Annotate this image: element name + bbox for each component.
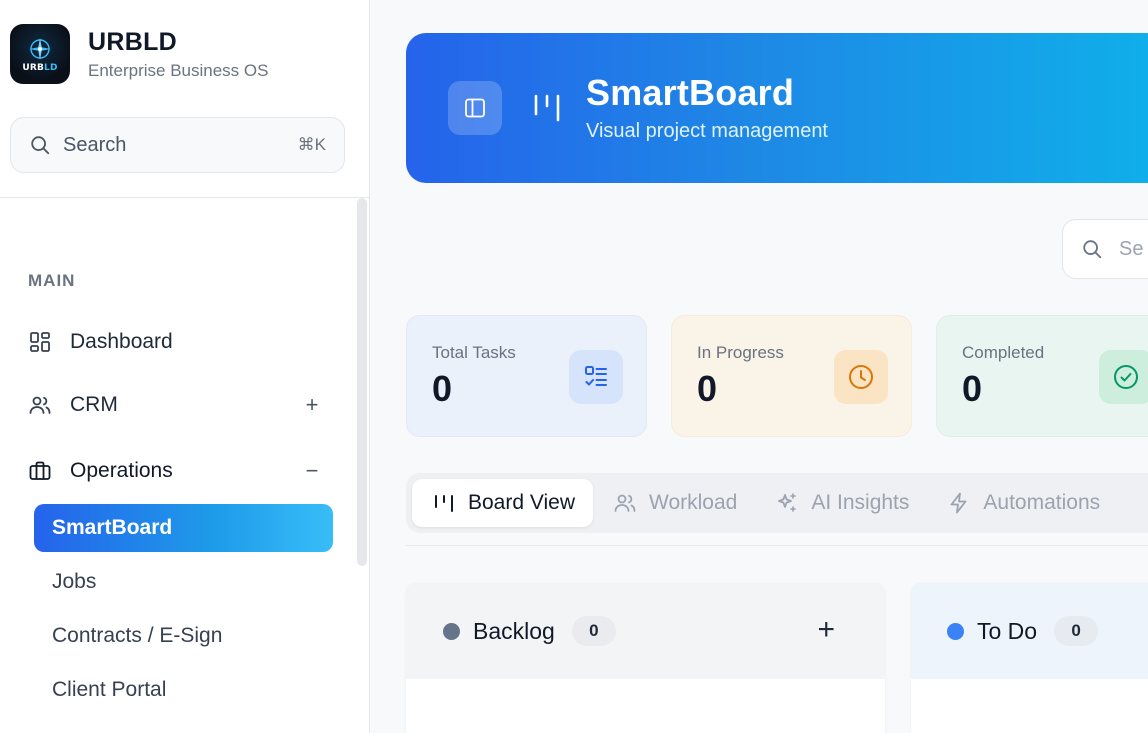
bolt-icon — [951, 492, 967, 514]
tab-workload[interactable]: Workload — [593, 479, 755, 527]
tab-automations[interactable]: Automations — [927, 479, 1118, 527]
add-task-button[interactable]: + — [817, 613, 835, 647]
sidebar: URBLD URBLD Enterprise Business OS Searc… — [0, 0, 370, 733]
sidebar-item-operations[interactable]: Operations − — [20, 447, 330, 495]
column-header: Backlog 0 + — [406, 583, 885, 679]
check-circle-icon — [1099, 350, 1148, 404]
app-window: URBLD URBLD Enterprise Business OS Searc… — [0, 0, 1148, 733]
search-shortcut: ⌘K — [297, 135, 326, 154]
users-icon — [28, 393, 52, 417]
clock-icon — [834, 350, 888, 404]
status-dot — [947, 622, 964, 640]
sidebar-search[interactable]: Search ⌘K — [10, 117, 345, 173]
compass-icon — [29, 37, 51, 60]
sidebar-item-label: Dashboard — [70, 330, 173, 353]
stat-value: 0 — [697, 368, 718, 409]
board-icon — [534, 94, 560, 122]
search-icon — [31, 136, 50, 155]
stat-label: Total Tasks — [432, 343, 516, 362]
stat-label: Completed — [962, 343, 1045, 362]
board-column-todo: To Do 0 — [911, 583, 1148, 733]
sidebar-toggle-button[interactable] — [448, 81, 502, 135]
expand-icon[interactable]: + — [300, 392, 324, 418]
page-header-banner: SmartBoard Visual project management — [406, 33, 1148, 183]
sidebar-subitem-client-portal[interactable]: Client Portal — [34, 666, 333, 714]
sidebar-scrollbar[interactable] — [357, 198, 367, 566]
briefcase-icon — [28, 459, 52, 483]
board-search-placeholder: Se — [1119, 237, 1144, 260]
column-count-badge: 0 — [1054, 616, 1099, 646]
sidebar-subitem-contracts[interactable]: Contracts / E-Sign — [34, 612, 333, 660]
column-drop-zone[interactable] — [911, 679, 1148, 733]
tab-label: Automations — [983, 491, 1101, 514]
column-title: To Do — [977, 617, 1038, 644]
grid-icon — [28, 330, 52, 354]
section-label-main: MAIN — [28, 271, 76, 290]
tab-label: AI Insights — [811, 491, 910, 514]
sidebar-item-crm[interactable]: CRM + — [20, 381, 330, 429]
sidebar-divider — [0, 197, 369, 198]
column-title: Backlog — [473, 617, 555, 644]
collapse-icon[interactable]: − — [300, 458, 324, 484]
tab-label: Workload — [649, 491, 738, 514]
tab-ai-insights[interactable]: AI Insights — [755, 479, 927, 527]
panel-left-icon — [465, 98, 485, 118]
sidebar-subitem-smartboard[interactable]: SmartBoard — [34, 504, 333, 552]
sidebar-subitem-jobs[interactable]: Jobs — [34, 558, 333, 606]
stat-card-in-progress: In Progress 0 — [671, 315, 912, 437]
view-tabs: Board View Workload AI Insights Automati… — [406, 473, 1148, 533]
board-icon — [435, 495, 453, 512]
column-drop-zone[interactable] — [406, 679, 885, 733]
stat-label: In Progress — [697, 343, 784, 362]
brand-logo: URBLD — [10, 24, 70, 84]
sidebar-item-label: CRM — [70, 393, 118, 416]
page-subtitle: Visual project management — [586, 120, 828, 142]
stat-card-total-tasks: Total Tasks 0 — [406, 315, 647, 437]
brand[interactable]: URBLD URBLD Enterprise Business OS — [10, 24, 268, 84]
board-search-input[interactable]: Se — [1062, 219, 1148, 279]
board-column-backlog: Backlog 0 + — [406, 583, 885, 733]
logo-text: URBLD — [22, 62, 58, 73]
stat-card-completed: Completed 0 — [936, 315, 1148, 437]
sparkles-icon — [778, 493, 797, 512]
stat-value: 0 — [432, 368, 453, 409]
tab-board-view[interactable]: Board View — [412, 479, 594, 527]
checklist-icon — [569, 350, 623, 404]
page-title: SmartBoard — [586, 72, 795, 113]
users-icon — [614, 494, 636, 512]
column-count-badge: 0 — [571, 616, 616, 646]
search-icon — [1083, 240, 1102, 259]
logo-text-accent: LD — [44, 62, 58, 73]
sidebar-item-label: Operations — [70, 459, 173, 482]
column-header: To Do 0 — [911, 583, 1148, 679]
brand-tagline: Enterprise Business OS — [88, 61, 269, 80]
stat-value: 0 — [962, 368, 983, 409]
sidebar-item-dashboard[interactable]: Dashboard — [20, 318, 330, 366]
search-placeholder: Search — [63, 133, 127, 156]
brand-name: URBLD — [88, 28, 177, 56]
tab-label: Board View — [468, 491, 576, 514]
tabs-divider — [406, 545, 1148, 546]
status-dot — [443, 622, 460, 640]
